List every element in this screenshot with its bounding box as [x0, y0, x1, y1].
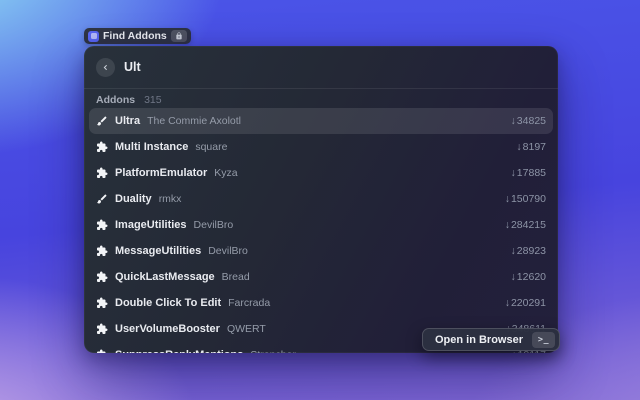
puzzle-icon: [96, 271, 108, 283]
download-count: 34825: [517, 115, 546, 127]
puzzle-icon: [96, 219, 108, 231]
download-arrow-icon: ↓: [505, 219, 510, 231]
download-count: 8197: [523, 141, 546, 153]
download-count: 28923: [517, 245, 546, 257]
list-item[interactable]: ImageUtilities DevilBro ↓284215: [89, 212, 553, 238]
download-count: 220291: [511, 297, 546, 309]
download-arrow-icon: ↓: [505, 297, 510, 309]
list-item[interactable]: QuickLastMessage Bread ↓12620: [89, 264, 553, 290]
puzzle-icon: [96, 323, 108, 335]
open-in-browser-button[interactable]: Open in Browser >_: [422, 328, 560, 351]
download-arrow-icon: ↓: [511, 115, 516, 127]
puzzle-icon: [96, 245, 108, 257]
addon-name: PlatformEmulator: [115, 167, 207, 179]
command-badge-label: Find Addons: [103, 30, 167, 42]
section-title: Addons: [96, 94, 135, 106]
badge-key-pill: [171, 30, 187, 42]
download-count: 12620: [517, 271, 546, 283]
addon-downloads: ↓284215: [505, 219, 546, 231]
addon-name: UserVolumeBooster: [115, 323, 220, 335]
brush-icon: [96, 193, 108, 205]
addon-author: rmkx: [159, 193, 182, 205]
list-item[interactable]: MessageUtilities DevilBro ↓28923: [89, 238, 553, 264]
launcher-window: Ult Addons 315 Ultra The Commie Axolotl …: [84, 46, 558, 353]
download-arrow-icon: ↓: [511, 167, 516, 179]
addon-name: ImageUtilities: [115, 219, 187, 231]
addon-author: Bread: [222, 271, 250, 283]
addon-author: Farcrada: [228, 297, 270, 309]
search-bar: Ult: [84, 46, 558, 88]
lock-icon: [175, 32, 183, 40]
addon-downloads: ↓220291: [505, 297, 546, 309]
addon-name: Double Click To Edit: [115, 297, 221, 309]
addon-name: Ultra: [115, 115, 140, 127]
download-count: 17885: [517, 167, 546, 179]
addon-downloads: ↓150790: [505, 193, 546, 205]
addon-name: SuppressReplyMentions: [115, 349, 243, 353]
addon-downloads: ↓8197: [516, 141, 546, 153]
open-in-browser-label: Open in Browser: [435, 334, 523, 346]
addon-author: square: [195, 141, 227, 153]
download-arrow-icon: ↓: [511, 245, 516, 257]
addon-name: QuickLastMessage: [115, 271, 215, 283]
addon-downloads: ↓17885: [511, 167, 546, 179]
addon-downloads: ↓28923: [511, 245, 546, 257]
addon-author: DevilBro: [194, 219, 234, 231]
section-count: 315: [144, 94, 162, 106]
puzzle-icon: [96, 349, 108, 353]
download-count: 150790: [511, 193, 546, 205]
addon-name: Duality: [115, 193, 152, 205]
download-arrow-icon: ↓: [511, 271, 516, 283]
addon-name: MessageUtilities: [115, 245, 201, 257]
terminal-prompt-icon: >_: [532, 332, 555, 348]
back-button[interactable]: [96, 58, 115, 77]
chevron-left-icon: [101, 63, 110, 72]
list-item[interactable]: Duality rmkx ↓150790: [89, 186, 553, 212]
command-badge[interactable]: Find Addons: [84, 28, 191, 44]
brush-icon: [96, 115, 108, 127]
addon-list[interactable]: Ultra The Commie Axolotl ↓34825 Multi In…: [84, 107, 558, 353]
download-arrow-icon: ↓: [516, 141, 521, 153]
list-item[interactable]: Ultra The Commie Axolotl ↓34825: [89, 108, 553, 134]
download-arrow-icon: ↓: [505, 193, 510, 205]
list-item[interactable]: PlatformEmulator Kyza ↓17885: [89, 160, 553, 186]
addon-author: The Commie Axolotl: [147, 115, 241, 127]
addon-name: Multi Instance: [115, 141, 188, 153]
search-input[interactable]: Ult: [124, 60, 141, 74]
puzzle-icon: [96, 167, 108, 179]
addon-author: DevilBro: [208, 245, 248, 257]
puzzle-icon: [96, 141, 108, 153]
addon-author: Strencher: [250, 349, 296, 353]
addon-author: QWERT: [227, 323, 266, 335]
addon-author: Kyza: [214, 167, 237, 179]
addon-downloads: ↓12620: [511, 271, 546, 283]
list-item[interactable]: Double Click To Edit Farcrada ↓220291: [89, 290, 553, 316]
addon-store-icon: [88, 31, 99, 42]
section-header: Addons 315: [84, 89, 558, 107]
list-item[interactable]: Multi Instance square ↓8197: [89, 134, 553, 160]
addon-downloads: ↓34825: [511, 115, 546, 127]
puzzle-icon: [96, 297, 108, 309]
download-count: 284215: [511, 219, 546, 231]
